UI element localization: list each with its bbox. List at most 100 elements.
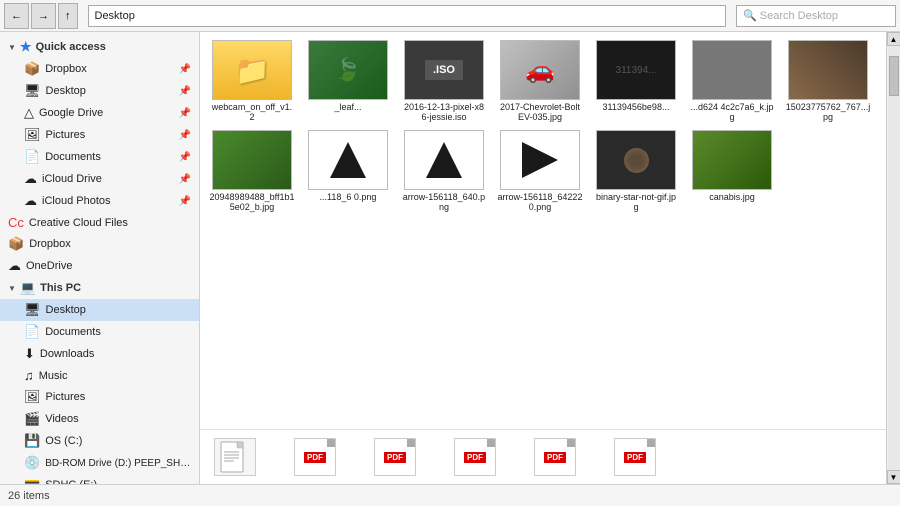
pin-icon: 📌 — [179, 196, 191, 207]
sidebar-item-label: Dropbox — [45, 63, 87, 75]
address-bar[interactable]: Desktop — [88, 5, 727, 27]
sidebar-item-music[interactable]: ♫ Music — [0, 365, 199, 386]
star-shape — [624, 148, 649, 173]
videos-icon: 🎬 — [24, 411, 40, 427]
pdf-4[interactable]: PDF — [530, 438, 580, 476]
explorer-window: ← → ↑ Desktop 🔍 Search Desktop ▼ ★ Quick… — [0, 0, 900, 506]
sidebar-item-pictures-qa[interactable]: 🖼 Pictures 📌 — [0, 124, 199, 146]
sidebar-item-bdrom[interactable]: 💿 BD-ROM Drive (D:) PEEP_SHOW_... — [0, 452, 199, 474]
sidebar-item-dropbox2[interactable]: 📦 Dropbox — [0, 233, 199, 255]
sidebar-item-icloud-drive[interactable]: ☁ iCloud Drive 📌 — [0, 168, 199, 190]
thumb-textured[interactable]: 15023775762_767...jpg — [784, 40, 872, 122]
sidebar-item-videos[interactable]: 🎬 Videos — [0, 408, 199, 430]
thumb-leaf[interactable]: 🍃 _leaf... — [304, 40, 392, 122]
sidebar: ▼ ★ Quick access 📦 Dropbox 📌 🖥 Desktop 📌… — [0, 32, 200, 484]
thumb-label: canabis.jpg — [709, 192, 755, 202]
thumb-arrow-up2[interactable]: arrow-156118_640.png — [400, 130, 488, 212]
back-button[interactable]: ← — [4, 3, 29, 29]
thumb-img — [308, 130, 388, 190]
up-button[interactable]: ↑ — [58, 3, 78, 29]
pdf-3[interactable]: PDF — [450, 438, 500, 476]
pin-icon: 📌 — [179, 152, 191, 163]
pdf-box-2: PDF — [374, 438, 416, 476]
desktop2-icon: 🖥 — [24, 302, 41, 318]
pdf-2[interactable]: PDF — [370, 438, 420, 476]
pin-icon: 📌 — [179, 86, 191, 97]
arrow-right-shape — [522, 142, 558, 178]
sidebar-thispc-header[interactable]: ▼ 💻 This PC — [0, 277, 199, 299]
sidebar-item-onedrive[interactable]: ☁ OneDrive — [0, 255, 199, 277]
document-svg — [219, 440, 251, 474]
sidebar-thispc-label: This PC — [40, 282, 81, 294]
address-path: Desktop — [95, 10, 135, 22]
chevron-down-icon2: ▼ — [8, 284, 16, 293]
pdf-1[interactable]: PDF — [290, 438, 340, 476]
thumb-green2[interactable]: 20948989488_bff1b15e02_b.jpg — [208, 130, 296, 212]
thumb-img — [596, 130, 676, 190]
scroll-down-btn[interactable]: ▼ — [887, 470, 900, 484]
sidebar-item-label: Desktop — [46, 85, 86, 97]
scroll-track[interactable] — [888, 46, 900, 470]
sidebar-item-sdhc-e[interactable]: 💳 SDHC (E:) — [0, 474, 199, 484]
thumb-label: binary-star-not-gif.jpg — [594, 192, 679, 212]
sidebar-item-desktop-qa[interactable]: 🖥 Desktop 📌 — [0, 80, 199, 102]
thumb-iso[interactable]: .ISO 2016-12-13-pixel-x86-jessie.iso — [400, 40, 488, 122]
thumb-img — [692, 40, 772, 100]
sidebar-item-label: Downloads — [40, 348, 94, 360]
thumb-img: .ISO — [404, 40, 484, 100]
thispc-icon: 💻 — [20, 280, 36, 296]
thumb-img: 📁 — [212, 40, 292, 100]
pdf-box-4: PDF — [534, 438, 576, 476]
sidebar-item-label: Creative Cloud Files — [29, 217, 128, 229]
thumb-label: 20948989488_bff1b15e02_b.jpg — [210, 192, 295, 212]
thumb-gray1[interactable]: ...d624 4c2c7a6_k.jpg — [688, 40, 776, 122]
forward-button[interactable]: → — [31, 3, 56, 29]
arrow-up-shape2 — [426, 142, 462, 178]
scroll-thumb[interactable] — [889, 56, 899, 96]
status-bar: 26 items — [0, 484, 900, 506]
sidebar-quickaccess-header[interactable]: ▼ ★ Quick access — [0, 36, 199, 58]
thumb-webcam-folder[interactable]: 📁 webcam_on_off_v1.2 — [208, 40, 296, 122]
sidebar-item-dropbox[interactable]: 📦 Dropbox 📌 — [0, 58, 199, 80]
sidebar-item-google-drive[interactable]: △ Google Drive 📌 — [0, 102, 199, 124]
thumb-label: 31139456be98... — [603, 102, 670, 112]
thumb-label: arrow-156118_642220.png — [498, 192, 583, 212]
sidebar-item-label: Dropbox — [29, 238, 71, 250]
thumb-canabis[interactable]: canabis.jpg — [688, 130, 776, 212]
pdf-5[interactable]: PDF — [610, 438, 660, 476]
thumb-car[interactable]: 🚗 2017-Chevrolet-BoltEV-035.jpg — [496, 40, 584, 122]
sidebar-item-documents-qa[interactable]: 📄 Documents 📌 — [0, 146, 199, 168]
search-box[interactable]: 🔍 Search Desktop — [736, 5, 896, 27]
thumb-label: 2017-Chevrolet-BoltEV-035.jpg — [498, 102, 583, 122]
pdf-label-4: PDF — [544, 452, 566, 463]
pictures-icon: 🖼 — [24, 127, 41, 143]
pdf-label-3: PDF — [464, 452, 486, 463]
sidebar-item-creative-cloud[interactable]: Cc Creative Cloud Files — [0, 212, 199, 233]
bottom-files-row: PDF PDF PDF — [200, 429, 900, 484]
dropbox2-icon: 📦 — [8, 236, 24, 252]
pictures2-icon: 🖼 — [24, 389, 41, 405]
sidebar-item-osc[interactable]: 💾 OS (C:) — [0, 430, 199, 452]
sidebar-item-icloud-photos[interactable]: ☁ iCloud Photos 📌 — [0, 190, 199, 212]
sidebar-item-downloads[interactable]: ⬇ Downloads — [0, 343, 199, 365]
scrollbar[interactable]: ▲ ▼ — [886, 32, 900, 484]
pdf-box-3: PDF — [454, 438, 496, 476]
thumb-arrow-up1[interactable]: ...118_6 0.png — [304, 130, 392, 212]
thumb-dark1[interactable]: 311394... 31139456be98... — [592, 40, 680, 122]
sdhc-e-icon: 💳 — [24, 477, 40, 484]
sidebar-item-label: Music — [39, 370, 68, 382]
icloudrive-icon: ☁ — [24, 171, 37, 187]
thumb-arrow-right[interactable]: arrow-156118_642220.png — [496, 130, 584, 212]
pdf-fold4 — [567, 439, 575, 447]
thumb-binary-star[interactable]: binary-star-not-gif.jpg — [592, 130, 680, 212]
sidebar-item-label: Documents — [45, 326, 101, 338]
sidebar-item-label: OS (C:) — [45, 435, 82, 447]
sidebar-item-documents2[interactable]: 📄 Documents — [0, 321, 199, 343]
sidebar-item-pictures2[interactable]: 🖼 Pictures — [0, 386, 199, 408]
sidebar-item-label: Videos — [45, 413, 78, 425]
drive-c-icon: 💾 — [24, 433, 40, 449]
scroll-up-btn[interactable]: ▲ — [887, 32, 900, 46]
sidebar-item-label: Pictures — [46, 391, 86, 403]
pdf-doc-icon[interactable] — [210, 438, 260, 476]
sidebar-item-desktop[interactable]: 🖥 Desktop — [0, 299, 199, 321]
